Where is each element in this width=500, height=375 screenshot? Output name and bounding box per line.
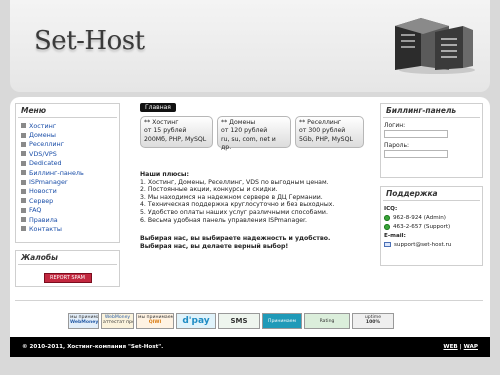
support-title: Поддержка	[383, 187, 480, 201]
menu-item-vds[interactable]: VDS/VPS	[21, 149, 115, 158]
menu-item-reseller[interactable]: Реселлинг	[21, 140, 115, 149]
password-label: Пароль:	[384, 142, 410, 149]
menu-item-server[interactable]: Сервер	[21, 196, 115, 205]
site-footer: © 2010-2011, Хостинг-компания "Set-Host"…	[10, 337, 490, 357]
menu-title: Меню	[18, 104, 117, 118]
badge-uptime[interactable]: uptime 100%	[352, 313, 394, 329]
billing-panel: Биллинг-панель Логин: Пароль:	[380, 103, 483, 178]
menu-item-contacts[interactable]: Контакты	[21, 224, 115, 233]
benefit-item: 4. Техническая поддержка круглосуточно и…	[140, 201, 335, 209]
menu-item-rules[interactable]: Правила	[21, 215, 115, 224]
badge-webmoney[interactable]: мы принимаемWebMoney	[68, 313, 99, 329]
cta-line-2: Выбирая нас, вы делаете верный выбор!	[140, 242, 289, 250]
email-label: E-mail:	[384, 232, 406, 239]
bullet-icon	[21, 151, 26, 157]
support-email[interactable]: support@set-host.ru	[381, 240, 482, 249]
benefit-item: 5. Удобство оплаты наших услуг различным…	[140, 208, 328, 216]
login-input[interactable]	[384, 130, 448, 138]
menu-item-faq[interactable]: FAQ	[21, 206, 115, 215]
menu-item-dedicated[interactable]: Dedicated	[21, 159, 115, 168]
server-illustration	[395, 18, 475, 74]
badge-webmoney-attestat[interactable]: WebMoneyаттестат продавца	[101, 313, 134, 329]
badge-accept[interactable]: Принимаем	[262, 313, 302, 329]
benefit-item: 6. Весьма удобная панель управления ISPm…	[140, 216, 308, 224]
price-box-hosting[interactable]: ** Хостинг от 15 рублей 200Мб, PHP, MySQ…	[140, 116, 213, 148]
copyright-text: © 2010-2011, Хостинг-компания "Set-Host"…	[22, 344, 164, 350]
login-label: Логин:	[384, 122, 406, 129]
report-spam-button[interactable]: REPORT SPAM	[43, 273, 92, 283]
divider	[15, 300, 483, 301]
badge-rating[interactable]: Rating	[304, 313, 350, 329]
main-content: Меню Хостинг Домены Реселлинг VDS/VPS De…	[10, 97, 490, 337]
menu-item-domains[interactable]: Домены	[21, 130, 115, 139]
price-box-domains[interactable]: ** Домены от 120 рублей ru, su, com, net…	[217, 116, 291, 151]
bullet-icon	[21, 132, 26, 138]
menu-item-hosting[interactable]: Хостинг	[21, 121, 115, 130]
bullet-icon	[21, 188, 26, 194]
cta-text: Выбирая нас, вы выбираете надежность и у…	[140, 235, 330, 251]
price-amount: от 300 рублей	[299, 127, 346, 135]
payment-badges: мы принимаемWebMoney WebMoneyаттестат пр…	[68, 313, 394, 330]
footer-separator: |	[459, 344, 462, 350]
envelope-icon	[384, 242, 391, 247]
menu-panel: Меню Хостинг Домены Реселлинг VDS/VPS De…	[15, 103, 120, 243]
bullet-icon	[21, 141, 26, 147]
price-details: 5Gb, PHP, MySQL	[299, 135, 353, 143]
center-column: Главная ** Хостинг от 15 рублей 200Мб, P…	[140, 103, 376, 323]
page-tag: Главная	[140, 103, 176, 112]
price-box-reseller[interactable]: ** Реселлинг от 300 рублей 5Gb, PHP, MyS…	[295, 116, 364, 148]
bullet-icon	[21, 217, 26, 223]
price-details: ru, su, com, net и др.	[221, 135, 276, 151]
bullet-icon	[21, 179, 26, 185]
badge-dpay[interactable]: d'pay	[176, 313, 216, 329]
price-amount: от 15 рублей	[144, 127, 187, 135]
menu-item-news[interactable]: Новости	[21, 187, 115, 196]
icq-support[interactable]: 463-2-657 (Support)	[381, 222, 482, 231]
footer-link-web[interactable]: WEB	[443, 344, 457, 350]
cta-line-1: Выбирая нас, вы выбираете надежность и у…	[140, 235, 331, 242]
menu-list: Хостинг Домены Реселлинг VDS/VPS Dedicat…	[16, 118, 119, 234]
site-header: Set-Host	[10, 0, 490, 92]
footer-links: WEB | WAP	[443, 344, 478, 350]
menu-item-ispmanager[interactable]: ISPmanager	[21, 177, 115, 186]
price-details: 200Мб, PHP, MySQL	[144, 135, 207, 143]
footer-link-wap[interactable]: WAP	[464, 344, 478, 350]
site-logo[interactable]: Set-Host	[34, 26, 145, 56]
bullet-icon	[21, 170, 26, 176]
benefits-title: Наши плюсы:	[140, 171, 189, 178]
badge-qiwi[interactable]: мы принимаем QIWI	[136, 313, 174, 329]
benefit-item: 2. Постоянные акции, конкурсы и скидки.	[140, 186, 278, 194]
bullet-icon	[21, 198, 26, 204]
bullet-icon	[21, 207, 26, 213]
bullet-icon	[21, 226, 26, 232]
complaints-panel: Жалобы REPORT SPAM	[15, 250, 120, 287]
icq-label: ICQ:	[384, 205, 398, 212]
complaints-title: Жалобы	[18, 251, 117, 265]
price-amount: от 120 рублей	[221, 127, 268, 135]
icq-admin[interactable]: 962-8-924 (Admin)	[381, 213, 482, 222]
badge-sms[interactable]: SMS	[218, 313, 260, 329]
icq-flower-icon	[384, 214, 390, 221]
benefits-list: Наши плюсы: 1. Хостинг, Домены, Реселлин…	[140, 171, 376, 224]
menu-item-billing[interactable]: Биллинг-панель	[21, 168, 115, 177]
billing-title: Биллинг-панель	[383, 104, 480, 118]
benefit-item: 1. Хостинг, Домены, Реселлинг, VDS по вы…	[140, 178, 329, 186]
bullet-icon	[21, 160, 26, 166]
icq-flower-icon	[384, 223, 390, 230]
password-input[interactable]	[384, 150, 448, 158]
support-panel: Поддержка ICQ: 962-8-924 (Admin) 463-2-6…	[380, 186, 483, 266]
bullet-icon	[21, 123, 26, 129]
